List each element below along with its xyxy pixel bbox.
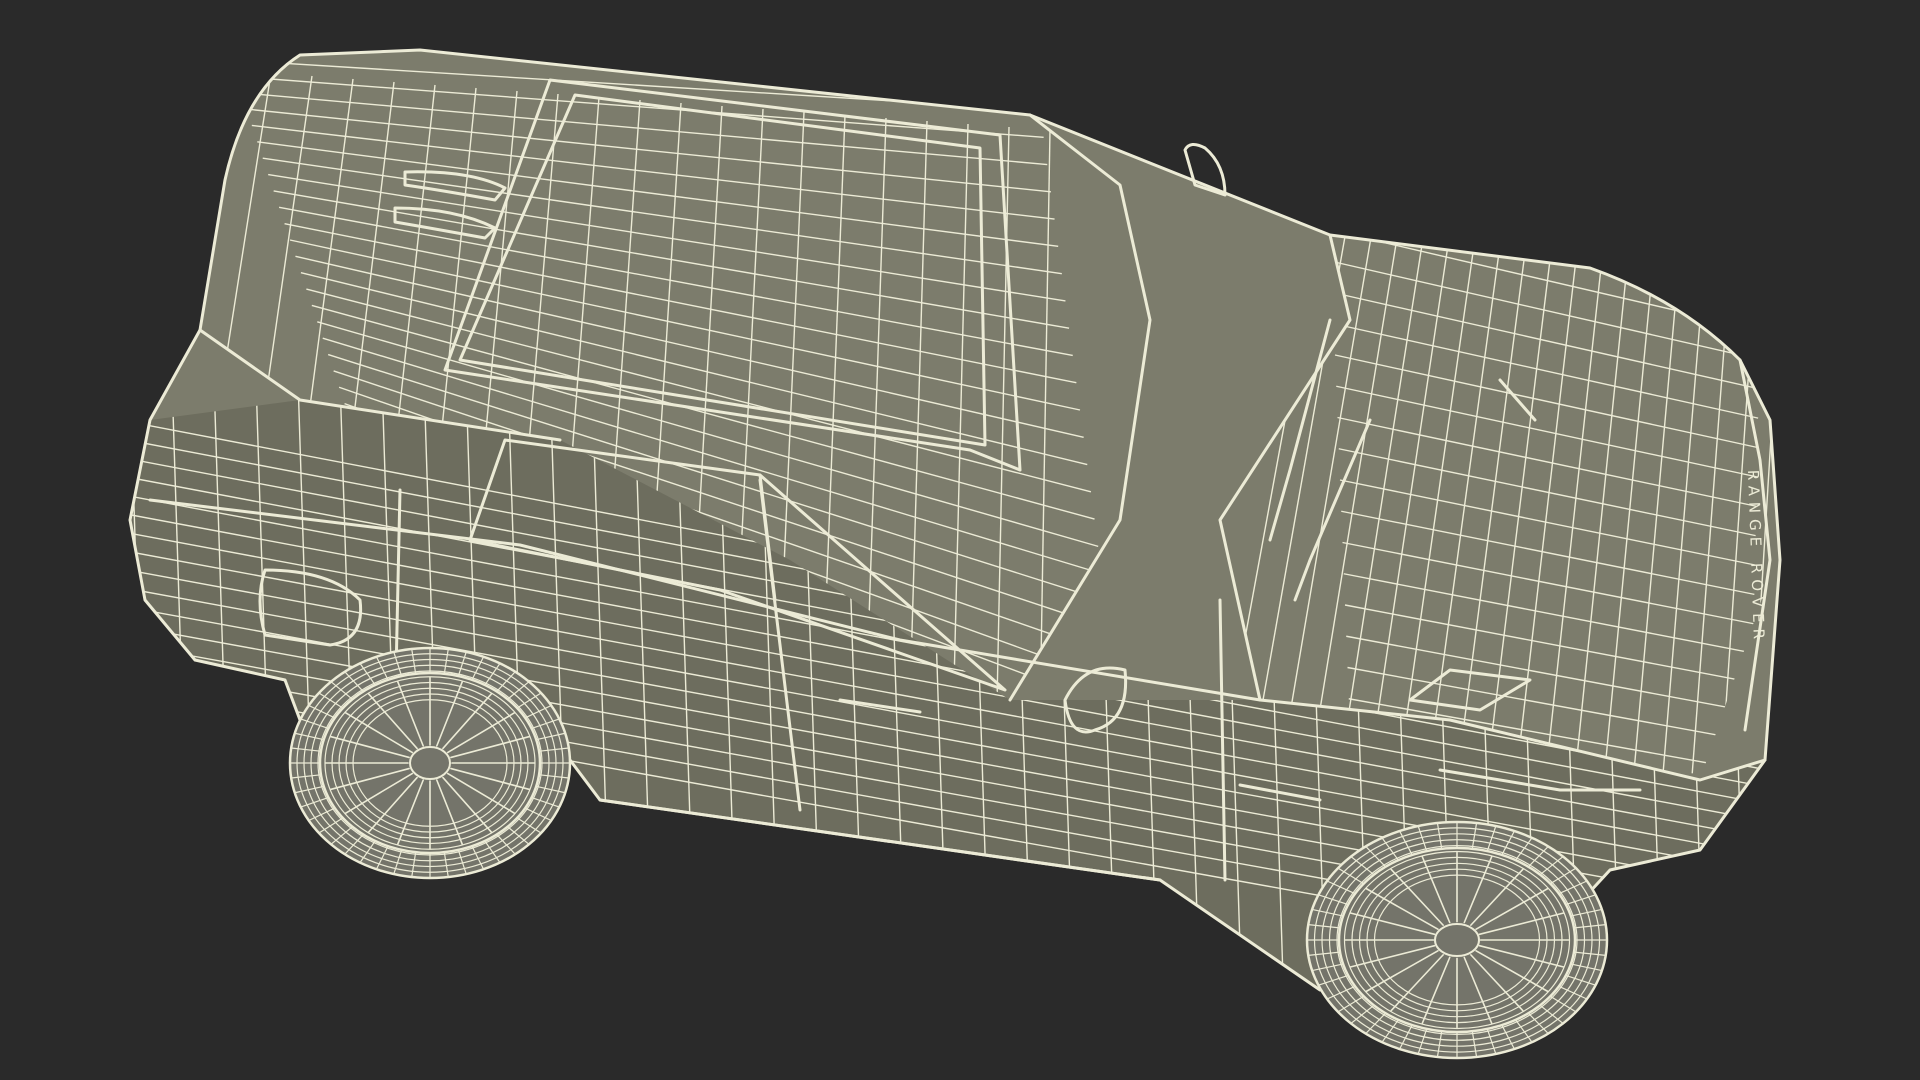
render-viewport: RANGE ROVER [0,0,1920,1080]
front-wheel [1305,820,1609,1060]
wireframe-car-render: RANGE ROVER [0,0,1920,1080]
rear-wheel [288,646,572,880]
